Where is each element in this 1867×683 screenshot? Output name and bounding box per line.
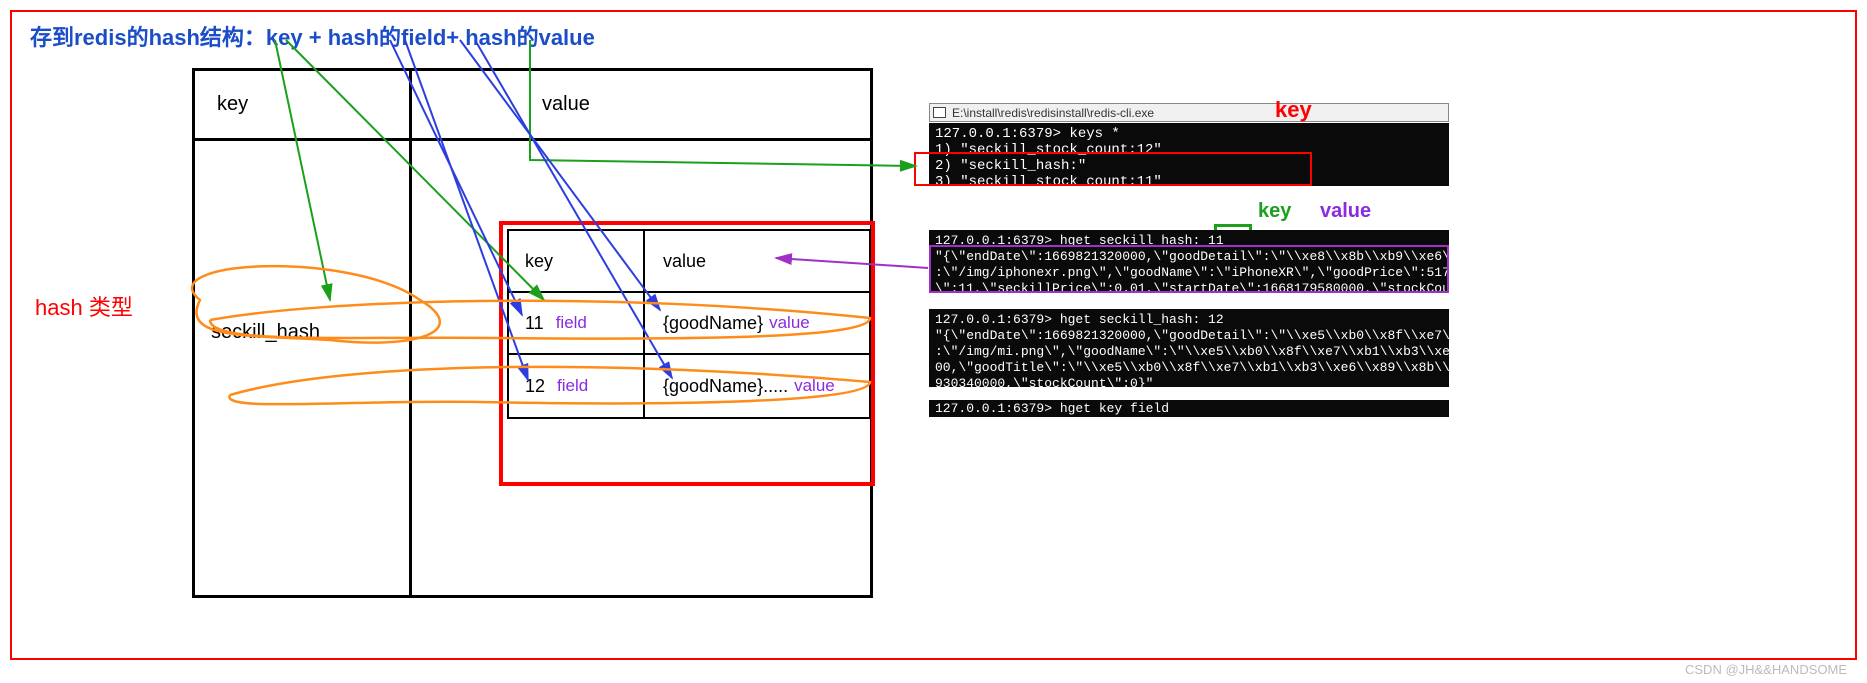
inner-v2: {goodName}..... bbox=[663, 376, 788, 397]
inner-k2: 12 bbox=[525, 376, 545, 397]
terminal-block-hget-12: 127.0.0.1:6379> hget seckill_hash: 12 "{… bbox=[929, 309, 1449, 387]
inner-header-key: key bbox=[509, 231, 645, 291]
hget-key-label: key bbox=[1258, 200, 1291, 223]
seckill-hash-label: seckill_hash bbox=[211, 321, 320, 344]
inner-k1: 11 bbox=[525, 313, 544, 334]
value-label-1: value bbox=[769, 313, 810, 333]
inner-key-1: 11 field bbox=[509, 293, 645, 353]
diagram-title: 存到redis的hash结构：key + hash的field+ hash的va… bbox=[30, 20, 595, 52]
inner-header-row: key value bbox=[509, 231, 869, 293]
outer-body: seckill_hash key value 11 field {goodName… bbox=[195, 141, 870, 595]
keys-highlight-box bbox=[914, 152, 1312, 186]
terminal-block-hget-generic: 127.0.0.1:6379> hget key field bbox=[929, 400, 1449, 417]
field-label-2: field bbox=[557, 376, 588, 396]
purple-value-box bbox=[929, 245, 1449, 293]
terminal-icon bbox=[933, 107, 946, 118]
terminal-key-label: key bbox=[1275, 97, 1312, 123]
outer-value-cell: key value 11 field {goodName} value 12 fiel… bbox=[412, 141, 870, 595]
outer-header-key: key bbox=[195, 71, 412, 138]
inner-row-2: 12 field {goodName}..... value bbox=[509, 355, 869, 417]
watermark: CSDN @JH&&HANDSOME bbox=[1685, 662, 1847, 677]
inner-val-2: {goodName}..... value bbox=[645, 355, 869, 417]
value-label-2: value bbox=[794, 376, 835, 396]
hget-value-label: value bbox=[1320, 200, 1371, 223]
inner-red-border: key value 11 field {goodName} value 12 fiel… bbox=[499, 221, 875, 486]
terminal-title-text: E:\install\redis\redisinstall\redis-cli.… bbox=[952, 106, 1154, 120]
outer-header-row: key value bbox=[195, 71, 870, 141]
outer-hash-table: key value seckill_hash key value 11 field… bbox=[192, 68, 873, 598]
inner-v1: {goodName} bbox=[663, 313, 763, 334]
inner-header-value: value bbox=[645, 231, 869, 291]
outer-key-cell: seckill_hash bbox=[195, 141, 412, 595]
inner-val-1: {goodName} value bbox=[645, 293, 869, 353]
inner-key-2: 12 field bbox=[509, 355, 645, 417]
field-label-1: field bbox=[556, 313, 587, 333]
inner-table: key value 11 field {goodName} value 12 fiel… bbox=[507, 229, 871, 419]
terminal-title-bar: E:\install\redis\redisinstall\redis-cli.… bbox=[929, 103, 1449, 122]
outer-header-value: value bbox=[412, 71, 870, 138]
inner-row-1: 11 field {goodName} value bbox=[509, 293, 869, 355]
hash-type-label: hash 类型 bbox=[35, 290, 133, 322]
